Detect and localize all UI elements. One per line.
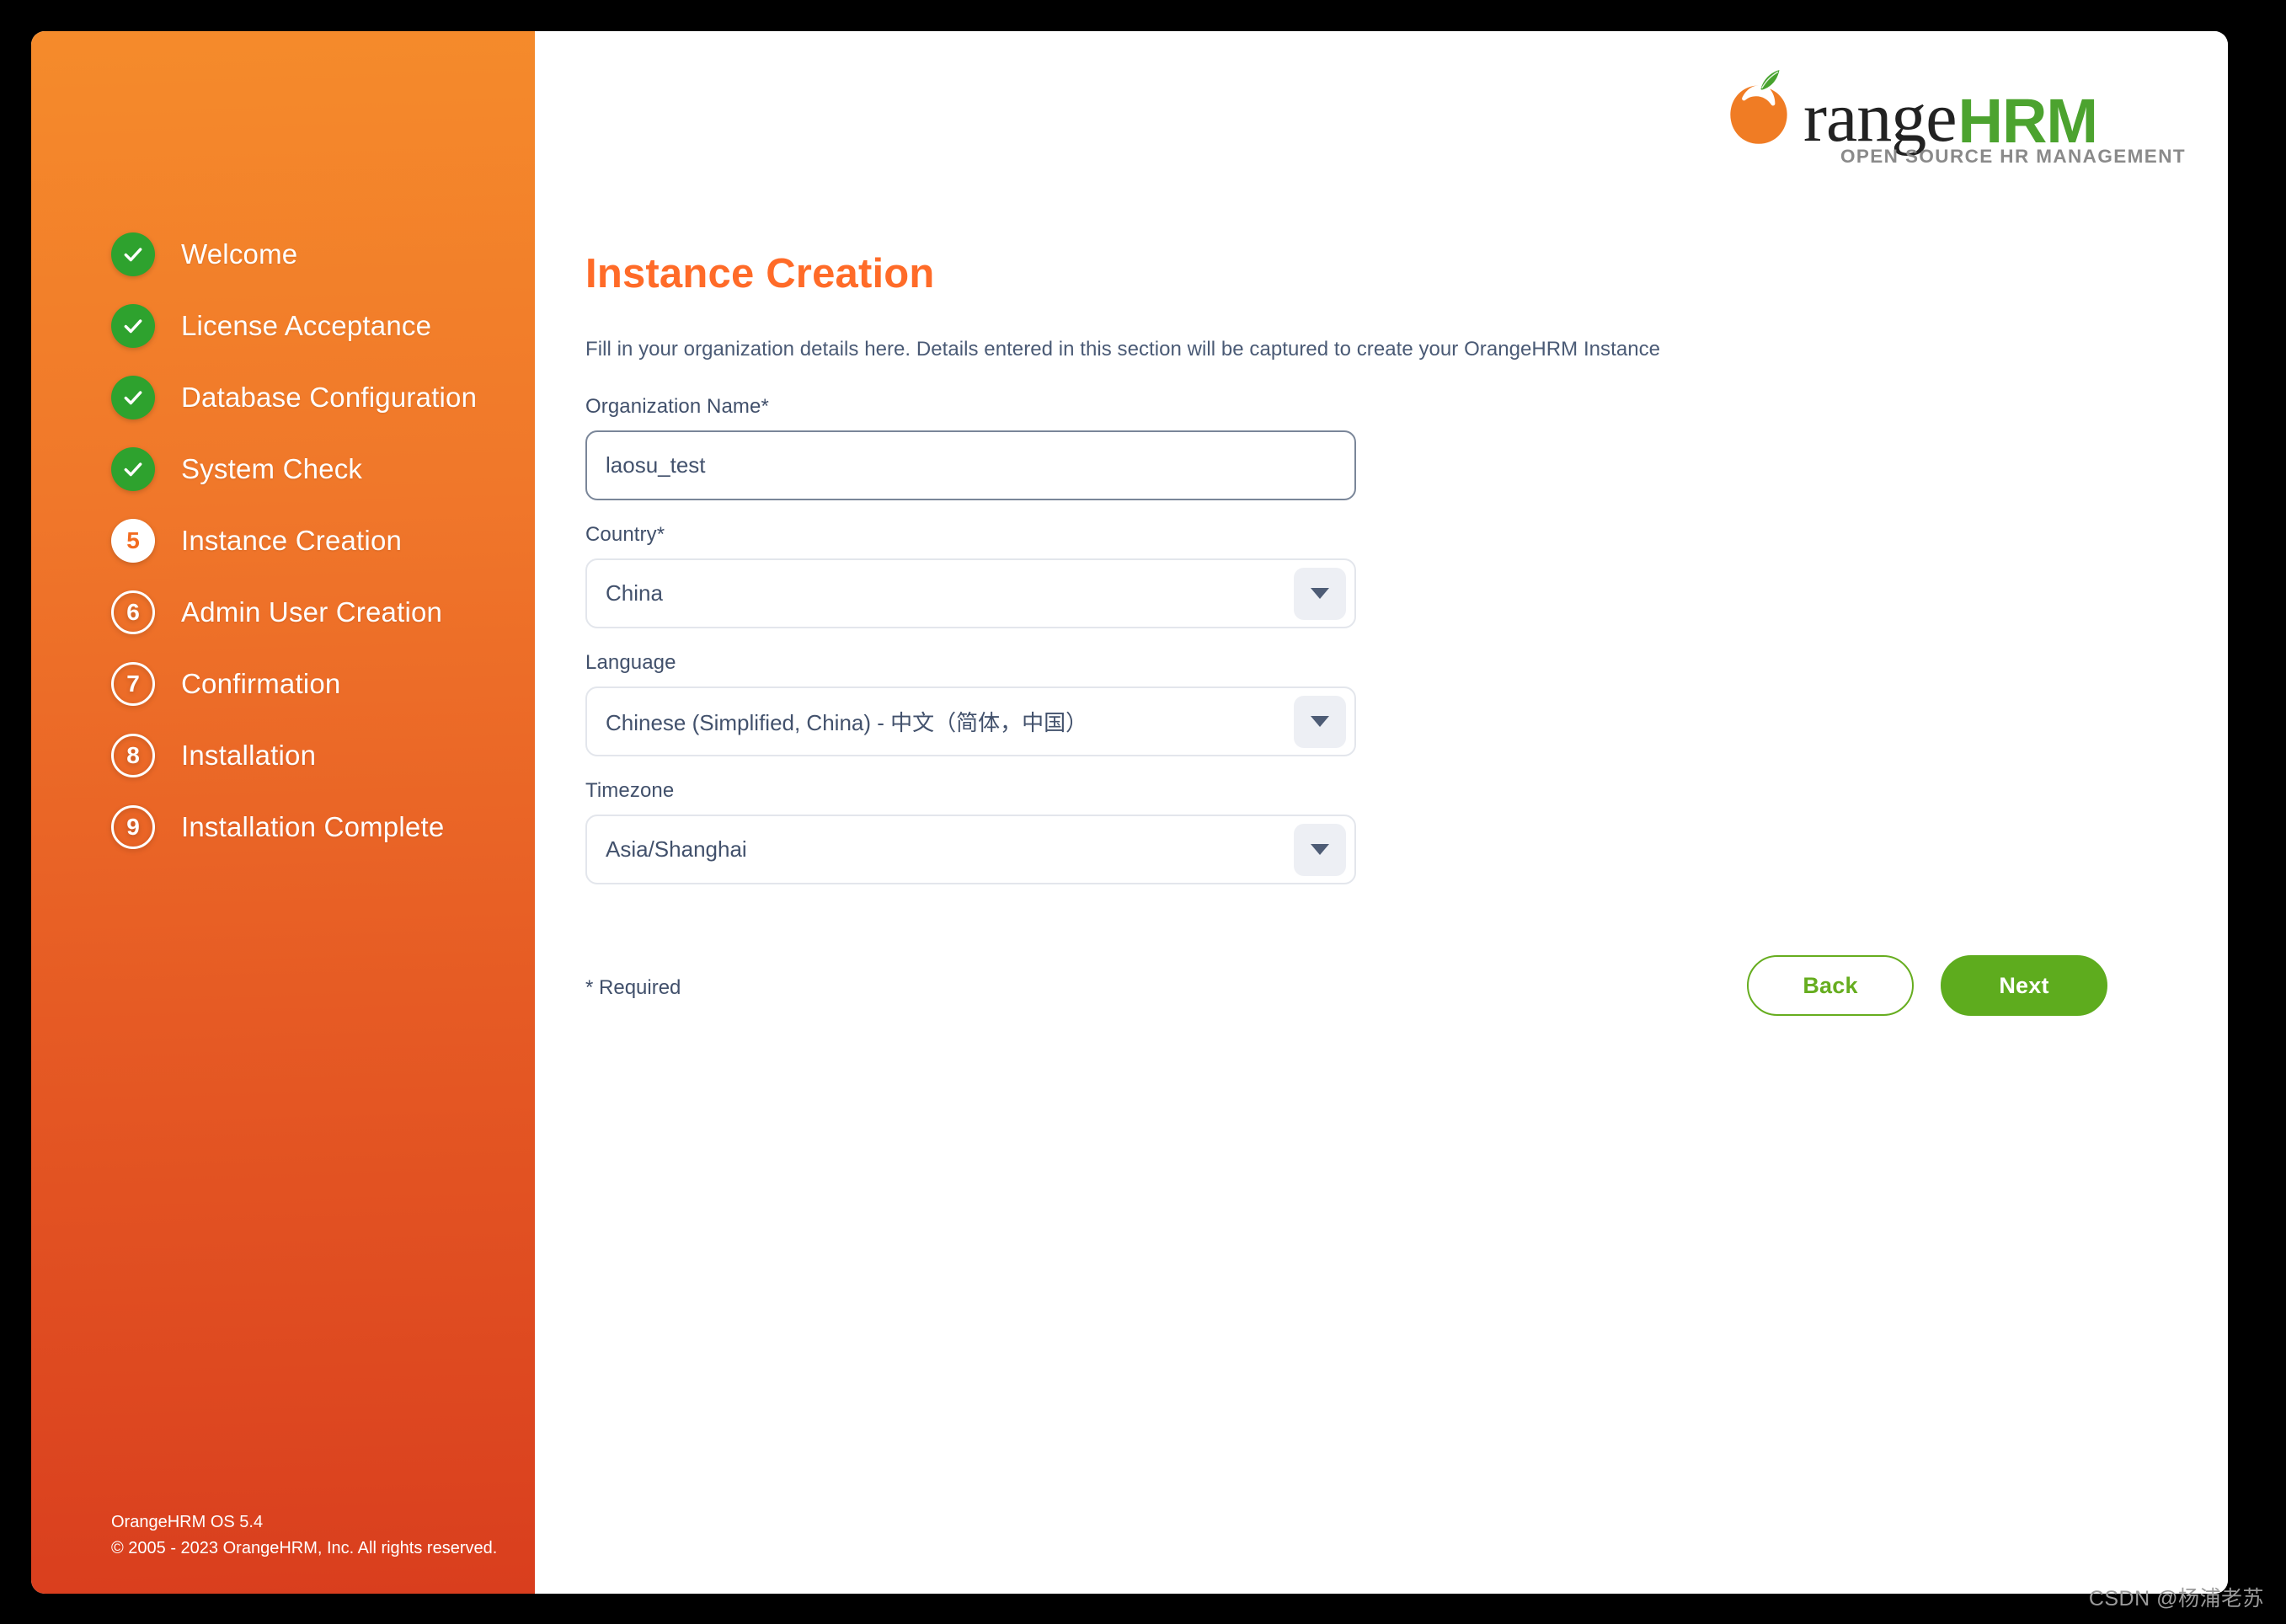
orange-fruit-icon bbox=[1716, 67, 1802, 152]
chevron-down-icon[interactable] bbox=[1294, 823, 1346, 876]
installer-main-panel: range HRM OPEN SOURCE HR MANAGEMENT Inst… bbox=[535, 31, 2228, 1594]
sidebar-step-system-check[interactable]: System Check bbox=[31, 433, 535, 505]
sidebar-step-installation-complete[interactable]: 9 Installation Complete bbox=[31, 791, 535, 863]
logo-text-range: range bbox=[1803, 77, 1958, 157]
step-number-badge: 7 bbox=[111, 661, 155, 706]
sidebar-step-label: Instance Creation bbox=[181, 524, 403, 556]
sidebar-step-instance-creation[interactable]: 5 Instance Creation bbox=[31, 505, 535, 576]
field-language: Language Chinese (Simplified, China) - 中… bbox=[585, 651, 1360, 756]
next-button[interactable]: Next bbox=[1941, 955, 2107, 1016]
page-description: Fill in your organization details here. … bbox=[585, 338, 1661, 361]
chevron-down-icon[interactable] bbox=[1294, 695, 1346, 748]
footer-version: OrangeHRM OS 5.4 bbox=[111, 1513, 264, 1531]
sidebar-step-installation[interactable]: 8 Installation bbox=[31, 719, 535, 791]
back-button[interactable]: Back bbox=[1747, 955, 1914, 1016]
sidebar-step-database-configuration[interactable]: Database Configuration bbox=[31, 361, 535, 433]
csdn-watermark: CSDN @杨浦老苏 bbox=[2088, 1587, 2264, 1611]
step-check-icon bbox=[111, 232, 155, 276]
timezone-label: Timezone bbox=[585, 779, 675, 802]
orangehrm-logo: range HRM OPEN SOURCE HR MANAGEMENT bbox=[1716, 67, 2187, 168]
sidebar-footer: OrangeHRM OS 5.4 © 2005 - 2023 OrangeHRM… bbox=[111, 1509, 497, 1562]
step-number-badge: 8 bbox=[111, 733, 155, 777]
logo-wordmark: range HRM bbox=[1716, 67, 2099, 157]
page-title: Instance Creation bbox=[585, 251, 935, 296]
installer-window: Welcome License Acceptance Database Conf… bbox=[31, 31, 2228, 1594]
sidebar-step-label: Installation Complete bbox=[181, 810, 445, 842]
step-number-badge: 6 bbox=[111, 590, 155, 634]
step-check-icon bbox=[111, 446, 155, 491]
language-select[interactable]: Chinese (Simplified, China) - 中文（简体，中国） bbox=[585, 686, 1356, 756]
instance-creation-form: Organization Name* Country* China Langua… bbox=[585, 395, 1360, 907]
field-country: Country* China bbox=[585, 523, 1360, 628]
step-check-icon bbox=[111, 375, 155, 419]
language-selected-value: Chinese (Simplified, China) - 中文（简体，中国） bbox=[606, 710, 1088, 735]
sidebar-step-label: Welcome bbox=[181, 238, 298, 270]
sidebar-step-label: Confirmation bbox=[181, 667, 341, 699]
field-organization-name: Organization Name* bbox=[585, 395, 1360, 500]
sidebar-step-label: License Acceptance bbox=[181, 309, 432, 341]
step-check-icon bbox=[111, 303, 155, 348]
logo-tagline: OPEN SOURCE HR MANAGEMENT bbox=[1840, 146, 2186, 167]
sidebar-step-label: System Check bbox=[181, 452, 363, 484]
country-label: Country* bbox=[585, 523, 665, 546]
country-selected-value: China bbox=[606, 580, 663, 606]
timezone-selected-value: Asia/Shanghai bbox=[606, 836, 747, 862]
wizard-action-buttons: Back Next bbox=[1747, 955, 2107, 1016]
installer-sidebar: Welcome License Acceptance Database Conf… bbox=[31, 31, 535, 1594]
sidebar-step-license-acceptance[interactable]: License Acceptance bbox=[31, 290, 535, 361]
language-label: Language bbox=[585, 651, 676, 674]
organization-name-input[interactable] bbox=[585, 430, 1356, 500]
organization-name-label: Organization Name* bbox=[585, 395, 769, 418]
sidebar-step-admin-user-creation[interactable]: 6 Admin User Creation bbox=[31, 576, 535, 648]
step-number-badge: 5 bbox=[111, 518, 155, 563]
country-select[interactable]: China bbox=[585, 558, 1356, 628]
step-number-badge: 9 bbox=[111, 804, 155, 849]
logo-text-hrm: HRM bbox=[1958, 86, 2099, 156]
installer-steps-list: Welcome License Acceptance Database Conf… bbox=[31, 218, 535, 863]
chevron-down-icon[interactable] bbox=[1294, 567, 1346, 620]
sidebar-step-welcome[interactable]: Welcome bbox=[31, 218, 535, 290]
timezone-select[interactable]: Asia/Shanghai bbox=[585, 815, 1356, 884]
sidebar-step-label: Installation bbox=[181, 739, 317, 771]
required-note: * Required bbox=[585, 976, 681, 999]
sidebar-step-label: Database Configuration bbox=[181, 381, 478, 413]
sidebar-step-confirmation[interactable]: 7 Confirmation bbox=[31, 648, 535, 719]
field-timezone: Timezone Asia/Shanghai bbox=[585, 779, 1360, 884]
sidebar-step-label: Admin User Creation bbox=[181, 596, 443, 628]
footer-copyright: © 2005 - 2023 OrangeHRM, Inc. All rights… bbox=[111, 1539, 498, 1557]
